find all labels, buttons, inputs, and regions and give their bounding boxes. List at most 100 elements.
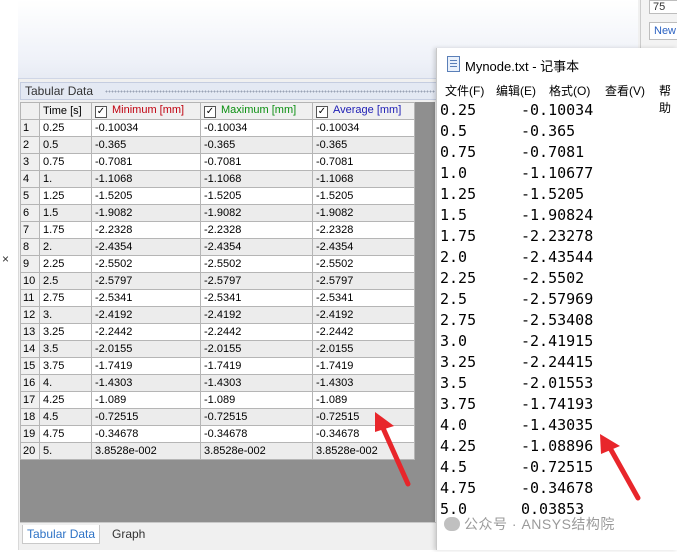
minimum-cell[interactable]: -2.5341	[91, 289, 201, 307]
minimum-cell[interactable]: -0.365	[91, 136, 201, 154]
minimum-cell[interactable]: -1.5205	[91, 187, 201, 205]
maximum-cell[interactable]: -2.4354	[200, 238, 313, 256]
average-cell[interactable]: -2.4354	[312, 238, 415, 256]
checkbox-icon[interactable]: ✓	[204, 106, 216, 118]
time-cell[interactable]: 2.75	[39, 289, 92, 307]
time-cell[interactable]: 1.5	[39, 204, 92, 222]
table-row[interactable]: 6 1.5 -1.9082 -1.9082 -1.9082	[20, 204, 415, 222]
table-row[interactable]: 5 1.25 -1.5205 -1.5205 -1.5205	[20, 187, 415, 205]
maximum-cell[interactable]: -1.5205	[200, 187, 313, 205]
value-field[interactable]: 75	[649, 0, 677, 14]
time-cell[interactable]: 4.5	[39, 408, 92, 426]
menu-item-format[interactable]: 格式(O)	[549, 82, 590, 99]
checkbox-icon[interactable]: ✓	[95, 106, 107, 118]
table-row[interactable]: 4 1. -1.1068 -1.1068 -1.1068	[20, 170, 415, 188]
time-cell[interactable]: 3.25	[39, 323, 92, 341]
menu-item-view[interactable]: 查看(V)	[605, 82, 645, 99]
maximum-cell[interactable]: -2.5341	[200, 289, 313, 307]
close-icon[interactable]: ×	[2, 252, 9, 266]
checkbox-icon[interactable]: ✓	[316, 106, 328, 118]
average-cell[interactable]: -1.1068	[312, 170, 415, 188]
table-row[interactable]: 7 1.75 -2.2328 -2.2328 -2.2328	[20, 221, 415, 239]
maximum-cell[interactable]: -1.089	[200, 391, 313, 409]
table-row[interactable]: 8 2. -2.4354 -2.4354 -2.4354	[20, 238, 415, 256]
menu-item-file[interactable]: 文件(F)	[445, 82, 484, 99]
minimum-cell[interactable]: -2.5502	[91, 255, 201, 273]
time-cell[interactable]: 4.	[39, 374, 92, 392]
minimum-cell[interactable]: -0.34678	[91, 425, 201, 443]
minimum-cell[interactable]: 3.8528e-002	[91, 442, 201, 460]
average-cell[interactable]: -1.5205	[312, 187, 415, 205]
maximum-cell[interactable]: -0.7081	[200, 153, 313, 171]
average-cell[interactable]: -1.7419	[312, 357, 415, 375]
minimum-cell[interactable]: -2.4354	[91, 238, 201, 256]
maximum-cell[interactable]: -2.4192	[200, 306, 313, 324]
table-row[interactable]: 9 2.25 -2.5502 -2.5502 -2.5502	[20, 255, 415, 273]
average-cell[interactable]: -2.5341	[312, 289, 415, 307]
time-cell[interactable]: 2.5	[39, 272, 92, 290]
minimum-cell[interactable]: -2.4192	[91, 306, 201, 324]
maximum-cell[interactable]: 3.8528e-002	[200, 442, 313, 460]
time-cell[interactable]: 1.	[39, 170, 92, 188]
maximum-cell[interactable]: -2.2442	[200, 323, 313, 341]
minimum-cell[interactable]: -2.2442	[91, 323, 201, 341]
menu-item-edit[interactable]: 编辑(E)	[496, 82, 536, 99]
time-cell[interactable]: 4.75	[39, 425, 92, 443]
table-row[interactable]: 15 3.75 -1.7419 -1.7419 -1.7419	[20, 357, 415, 375]
average-cell[interactable]: -2.2328	[312, 221, 415, 239]
table-row[interactable]: 1 0.25 -0.10034 -0.10034 -0.10034	[20, 119, 415, 137]
average-cell[interactable]: -2.5502	[312, 255, 415, 273]
time-cell[interactable]: 0.25	[39, 119, 92, 137]
minimum-cell[interactable]: -2.0155	[91, 340, 201, 358]
average-cell[interactable]: -2.4192	[312, 306, 415, 324]
table-row[interactable]: 18 4.5 -0.72515 -0.72515 -0.72515	[20, 408, 415, 426]
table-row[interactable]: 19 4.75 -0.34678 -0.34678 -0.34678	[20, 425, 415, 443]
time-cell[interactable]: 3.5	[39, 340, 92, 358]
table-row[interactable]: 14 3.5 -2.0155 -2.0155 -2.0155	[20, 340, 415, 358]
table-row[interactable]: 3 0.75 -0.7081 -0.7081 -0.7081	[20, 153, 415, 171]
maximum-cell[interactable]: -1.4303	[200, 374, 313, 392]
minimum-cell[interactable]: -2.2328	[91, 221, 201, 239]
maximum-cell[interactable]: -2.2328	[200, 221, 313, 239]
average-cell[interactable]: -0.10034	[312, 119, 415, 137]
time-cell[interactable]: 0.5	[39, 136, 92, 154]
table-row[interactable]: 13 3.25 -2.2442 -2.2442 -2.2442	[20, 323, 415, 341]
time-cell[interactable]: 0.75	[39, 153, 92, 171]
table-row[interactable]: 12 3. -2.4192 -2.4192 -2.4192	[20, 306, 415, 324]
table-row[interactable]: 16 4. -1.4303 -1.4303 -1.4303	[20, 374, 415, 392]
maximum-cell[interactable]: -0.10034	[200, 119, 313, 137]
minimum-cell[interactable]: -2.5797	[91, 272, 201, 290]
maximum-cell[interactable]: -1.7419	[200, 357, 313, 375]
average-cell[interactable]: -2.5797	[312, 272, 415, 290]
maximum-cell[interactable]: -0.34678	[200, 425, 313, 443]
maximum-cell[interactable]: -2.0155	[200, 340, 313, 358]
minimum-cell[interactable]: -1.089	[91, 391, 201, 409]
time-cell[interactable]: 3.75	[39, 357, 92, 375]
minimum-cell[interactable]: -0.72515	[91, 408, 201, 426]
table-row[interactable]: 10 2.5 -2.5797 -2.5797 -2.5797	[20, 272, 415, 290]
new-button[interactable]: New	[649, 22, 677, 40]
column-header-minimum[interactable]: ✓ Minimum [mm]	[91, 102, 201, 120]
average-cell[interactable]: -0.365	[312, 136, 415, 154]
average-cell[interactable]: -1.089	[312, 391, 415, 409]
time-cell[interactable]: 4.25	[39, 391, 92, 409]
maximum-cell[interactable]: -2.5502	[200, 255, 313, 273]
minimum-cell[interactable]: -1.7419	[91, 357, 201, 375]
time-cell[interactable]: 1.75	[39, 221, 92, 239]
maximum-cell[interactable]: -2.5797	[200, 272, 313, 290]
time-cell[interactable]: 5.	[39, 442, 92, 460]
column-header-maximum[interactable]: ✓ Maximum [mm]	[200, 102, 313, 120]
minimum-cell[interactable]: -1.4303	[91, 374, 201, 392]
minimum-cell[interactable]: -1.9082	[91, 204, 201, 222]
table-row[interactable]: 17 4.25 -1.089 -1.089 -1.089	[20, 391, 415, 409]
average-cell[interactable]: -1.9082	[312, 204, 415, 222]
column-header-time[interactable]: Time [s]	[39, 102, 92, 120]
minimum-cell[interactable]: -1.1068	[91, 170, 201, 188]
panel-grip[interactable]	[105, 90, 435, 93]
average-cell[interactable]: -2.2442	[312, 323, 415, 341]
column-header-average[interactable]: ✓ Average [mm]	[312, 102, 415, 120]
maximum-cell[interactable]: -1.9082	[200, 204, 313, 222]
time-cell[interactable]: 2.25	[39, 255, 92, 273]
maximum-cell[interactable]: -0.72515	[200, 408, 313, 426]
time-cell[interactable]: 3.	[39, 306, 92, 324]
